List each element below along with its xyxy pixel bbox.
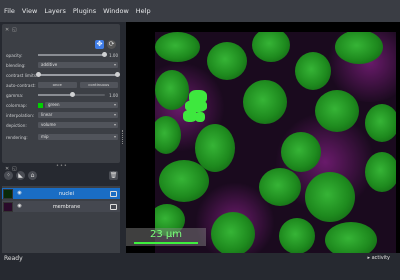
new-labels-layer-icon[interactable]: ⌂: [28, 171, 37, 180]
auto-contrast-once-button[interactable]: once: [38, 81, 77, 89]
colormap-label: colormap:: [6, 102, 27, 108]
image-layer-type-icon: [110, 203, 117, 210]
viewer-canvas[interactable]: 23 µm: [126, 22, 400, 253]
blending-label: blending:: [6, 62, 26, 68]
activity-button[interactable]: ▸ activity: [367, 255, 390, 261]
depiction-row: depiction: volume: [6, 121, 118, 129]
gamma-value: 1.00: [109, 92, 118, 98]
contrast-low-handle[interactable]: [36, 72, 41, 77]
opacity-slider[interactable]: [38, 52, 107, 57]
opacity-row: opacity: 1.00: [6, 51, 118, 59]
scale-bar: 23 µm: [126, 228, 206, 246]
scale-bar-label: 23 µm: [149, 229, 182, 240]
interpolation-select[interactable]: linear: [38, 111, 118, 119]
contrast-limits-label: contrast limits:: [6, 72, 38, 78]
layer-buttons-bar: ✕ ◱ ⁘ ◣ ⌂ 🗑: [2, 166, 120, 185]
visibility-eye-icon[interactable]: ◉: [16, 203, 23, 210]
colormap-row: colormap: green: [6, 101, 118, 109]
menu-file[interactable]: File: [4, 7, 15, 15]
opacity-slider-handle[interactable]: [102, 52, 107, 57]
depiction-select[interactable]: volume: [38, 121, 118, 129]
rendering-row: rendering: mip: [6, 133, 118, 141]
colormap-swatch: [38, 102, 43, 108]
gamma-slider[interactable]: [38, 92, 105, 97]
dock-float-icon[interactable]: ◱: [12, 27, 17, 33]
menu-bar: File View Layers Plugins Window Help: [0, 0, 400, 22]
gamma-slider-handle[interactable]: [69, 92, 75, 97]
interpolation-row: interpolation: linear: [6, 111, 118, 119]
move-arrows-icon[interactable]: ✥: [95, 40, 104, 49]
transform-icon[interactable]: ⟳: [107, 40, 116, 49]
scale-bar-line: [134, 242, 198, 244]
layer-controls-panel: ✕ ◱ ✥ ⟳ opacity: 1.00 blending: additive…: [2, 24, 120, 163]
menu-view[interactable]: View: [22, 7, 37, 15]
gamma-label: gamma:: [6, 92, 24, 98]
layerlist-float-icon[interactable]: ◱: [12, 166, 17, 172]
blending-row: blending: additive: [6, 61, 118, 69]
microscopy-image: [155, 32, 396, 253]
auto-contrast-label: auto-contrast:: [6, 82, 36, 88]
layer-name: membrane: [52, 203, 81, 210]
contrast-high-handle[interactable]: [115, 72, 120, 77]
colormap-select[interactable]: green: [45, 101, 118, 109]
image-layer-type-icon: [110, 190, 117, 197]
layer-list: ◉ nuclei ◉ membrane: [2, 186, 120, 256]
opacity-label: opacity:: [6, 52, 23, 58]
auto-contrast-row: auto-contrast: once continuous: [6, 81, 118, 89]
layer-row-nuclei[interactable]: ◉ nuclei: [2, 188, 120, 199]
rendering-select[interactable]: mip: [38, 133, 118, 141]
dock-close-icon[interactable]: ✕: [5, 27, 9, 33]
menu-help[interactable]: Help: [136, 7, 151, 15]
depiction-label: depiction:: [6, 122, 27, 128]
layer-thumbnail: [3, 188, 13, 199]
auto-contrast-continuous-button[interactable]: continuous: [79, 81, 118, 89]
status-message: Ready: [4, 255, 23, 262]
rendering-label: rendering:: [6, 134, 28, 140]
new-points-layer-icon[interactable]: ⁘: [4, 171, 13, 180]
contrast-limits-row: contrast limits:: [6, 71, 120, 79]
gamma-row: gamma: 1.00: [6, 91, 118, 99]
menu-layers[interactable]: Layers: [44, 7, 66, 15]
menu-window[interactable]: Window: [103, 7, 129, 15]
visibility-eye-icon[interactable]: ◉: [16, 190, 23, 197]
layer-thumbnail: [3, 201, 13, 212]
interpolation-label: interpolation:: [6, 112, 35, 118]
status-bar: Ready ▸ activity: [0, 253, 400, 280]
new-shapes-layer-icon[interactable]: ◣: [16, 171, 25, 180]
contrast-limits-slider[interactable]: [36, 72, 120, 77]
left-dock: ✕ ◱ ✥ ⟳ opacity: 1.00 blending: additive…: [0, 22, 124, 270]
layer-name: nuclei: [59, 190, 74, 197]
dock-resize-handle[interactable]: [122, 130, 124, 144]
opacity-value: 1.00: [109, 52, 118, 58]
blending-select[interactable]: additive: [38, 61, 118, 69]
menu-plugins[interactable]: Plugins: [73, 7, 96, 15]
layer-row-membrane[interactable]: ◉ membrane: [2, 201, 120, 212]
trash-icon[interactable]: 🗑: [109, 171, 118, 180]
